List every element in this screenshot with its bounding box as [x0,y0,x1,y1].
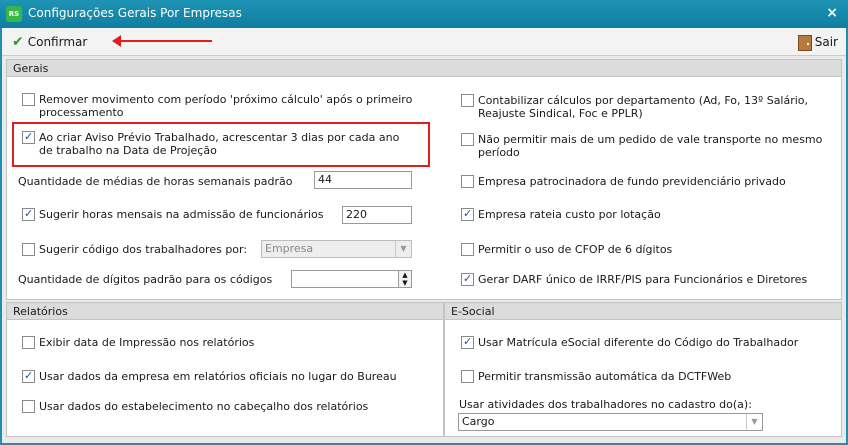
checkbox-sugerir-horas[interactable] [22,207,35,221]
checkbox-cfop[interactable] [461,243,474,256]
label-data-impressao: Exibir data de Impressão nos relatórios [39,336,255,349]
app-icon: RS [6,6,22,22]
label-transmissao-dctfweb: Permitir transmissão automática da DCTFW… [478,370,732,383]
check-row-matricula-esocial[interactable]: Usar Matrícula eSocial diferente do Códi… [461,335,799,349]
section-relatorios-header: Relatórios [6,302,444,320]
check-row-sugerir-horas[interactable]: Sugerir horas mensais na admissão de fun… [22,207,324,221]
checkbox-data-impressao[interactable] [22,336,35,349]
check-row-rateia-lotacao[interactable]: Empresa rateia custo por lotação [461,207,661,221]
checkbox-matricula-esocial[interactable] [461,335,474,349]
check-row-transmissao-dctfweb[interactable]: Permitir transmissão automática da DCTFW… [461,370,731,383]
check-row-fundo-previdenciario[interactable]: Empresa patrocinadora de fundo previdenc… [461,175,786,188]
atividades-value: Cargo [462,415,495,428]
row-qtd-digitos: Quantidade de dígitos padrão para os cód… [18,273,272,286]
check-row-contabilizar[interactable]: Contabilizar cálculos por departamento (… [461,94,808,120]
label-dados-empresa: Usar dados da empresa em relatórios ofic… [39,370,397,383]
label-contabilizar: Contabilizar cálculos por departamento (… [478,94,809,120]
checkbox-vale-transporte[interactable] [461,133,474,146]
window-title: Configurações Gerais Por Empresas [28,6,242,20]
checkbox-sugerir-codigo[interactable] [22,243,35,256]
sugerir-codigo-select[interactable]: Empresa ▼ [261,240,412,258]
check-row-aviso-previo[interactable]: Ao criar Aviso Prévio Trabalhado, acresc… [22,130,400,157]
confirm-button[interactable]: ✔ Confirmar [12,32,87,52]
label-sugerir-horas: Sugerir horas mensais na admissão de fun… [39,208,324,221]
check-row-darf-unico[interactable]: Gerar DARF único de IRRF/PIS para Funcio… [461,272,808,286]
label-cfop: Permitir o uso de CFOP de 6 dígitos [478,243,673,256]
label-aviso-previo: Ao criar Aviso Prévio Trabalhado, acresc… [39,131,400,157]
close-button[interactable]: × [826,5,838,21]
section-gerais-panel: Remover movimento com período 'próximo c… [6,77,842,300]
checkbox-rateia-lotacao[interactable] [461,207,474,221]
label-darf-unico: Gerar DARF único de IRRF/PIS para Funcio… [478,273,808,286]
label-remover: Remover movimento com período 'próximo c… [39,93,413,119]
checkbox-fundo-previdenciario[interactable] [461,175,474,188]
title-bar: RS Configurações Gerais Por Empresas × [0,0,848,28]
section-relatorios-panel: Exibir data de Impressão nos relatórios … [6,320,444,437]
label-sugerir-codigo: Sugerir código dos trabalhadores por: [39,243,248,256]
atividades-select[interactable]: Cargo ▼ [458,413,763,431]
label-rateia-lotacao: Empresa rateia custo por lotação [478,208,661,221]
checkbox-dados-empresa[interactable] [22,369,35,383]
chevron-down-icon: ▼ [746,414,762,430]
check-icon: ✔ [12,34,24,50]
confirm-label: Confirmar [27,35,88,49]
door-icon [797,34,812,51]
checkbox-darf-unico[interactable] [461,272,474,286]
check-row-remover[interactable]: Remover movimento com período 'próximo c… [22,93,412,119]
label-matricula-esocial: Usar Matrícula eSocial diferente do Códi… [478,336,799,349]
check-row-dados-estabelecimento[interactable]: Usar dados do estabelecimento no cabeçal… [22,400,368,413]
chevron-down-icon: ▼ [395,241,411,257]
label-qtd-digitos: Quantidade de dígitos padrão para os cód… [18,273,273,286]
checkbox-transmissao-dctfweb[interactable] [461,370,474,383]
sugerir-horas-input[interactable]: 220 [342,206,412,224]
red-arrow-annotation [112,35,212,47]
checkbox-remover-movimento[interactable] [22,93,35,106]
label-vale-transporte: Não permitir mais de um pedido de vale t… [478,133,823,159]
check-row-sugerir-codigo[interactable]: Sugerir código dos trabalhadores por: [22,243,247,256]
checkbox-aviso-previo[interactable] [22,130,35,144]
row-qtd-medias: Quantidade de médias de horas semanais p… [18,175,293,188]
checkbox-contabilizar[interactable] [461,94,474,107]
section-gerais-header: Gerais [6,59,842,77]
qtd-digitos-spinner[interactable]: ▲ ▼ [291,270,412,288]
qtd-medias-input[interactable]: 44 [314,171,412,189]
label-dados-estabelecimento: Usar dados do estabelecimento no cabeçal… [39,400,369,413]
window-body: ✔ Confirmar Sair Gerais Remover movimento… [0,28,848,445]
label-atividades: Usar atividades dos trabalhadores no cad… [459,398,752,411]
check-row-data-impressao[interactable]: Exibir data de Impressão nos relatórios [22,336,254,349]
toolbar: ✔ Confirmar Sair [2,28,846,56]
label-qtd-medias: Quantidade de médias de horas semanais p… [18,175,293,188]
checkbox-dados-estabelecimento[interactable] [22,400,35,413]
label-fundo-previdenciario: Empresa patrocinadora de fundo previdenc… [478,175,786,188]
row-atividades: Usar atividades dos trabalhadores no cad… [459,398,752,411]
spin-arrows-icon[interactable]: ▲ ▼ [398,271,411,287]
section-esocial-header: E-Social [444,302,842,320]
check-row-vale-transporte[interactable]: Não permitir mais de um pedido de vale t… [461,133,822,159]
exit-label: Sair [814,35,838,49]
check-row-dados-empresa[interactable]: Usar dados da empresa em relatórios ofic… [22,369,397,383]
exit-button[interactable]: Sair [797,32,838,52]
sugerir-codigo-value: Empresa [265,242,314,255]
check-row-cfop[interactable]: Permitir o uso de CFOP de 6 dígitos [461,243,672,256]
section-esocial-panel: Usar Matrícula eSocial diferente do Códi… [444,320,842,437]
